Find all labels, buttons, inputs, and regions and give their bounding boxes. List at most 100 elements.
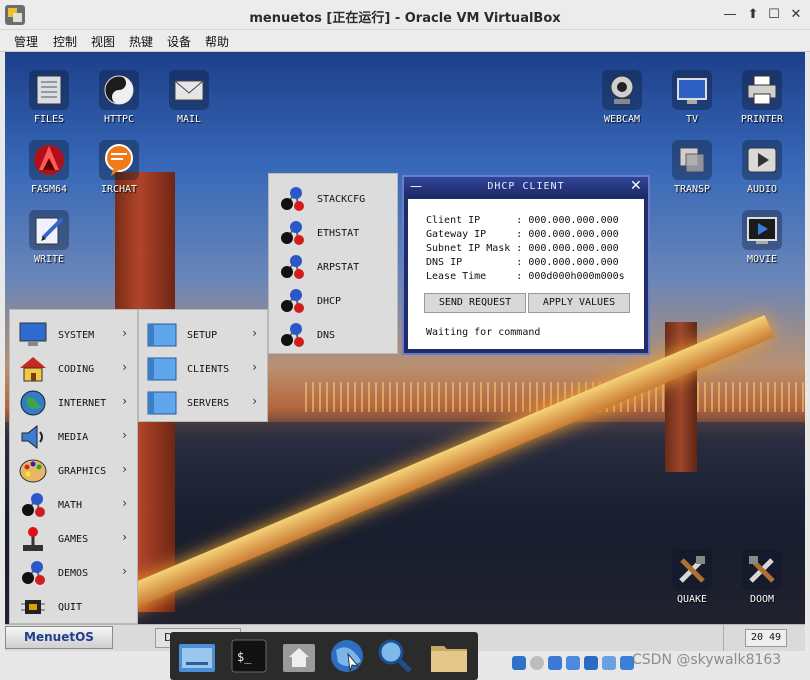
submenu-item-ethstat[interactable]: ETHSTAT [269,216,397,250]
start-menu-item-system[interactable]: SYSTEM › [10,318,137,352]
home-dock-icon[interactable] [278,636,320,676]
hdd-status-icon[interactable] [512,656,526,670]
file-manager-dock-icon[interactable] [176,636,218,676]
menu-view[interactable]: 视图 [91,33,115,50]
globe-icon [20,390,46,416]
submenu-item-dns[interactable]: DNS [269,318,397,352]
folder-dock-icon[interactable] [428,636,470,676]
host-dock: $_ [170,632,478,680]
menu-hotkeys[interactable]: 热键 [129,33,153,50]
clock: 20 49 [745,629,787,647]
floppy-status-icon[interactable] [548,656,562,670]
start-menu-item-graphics[interactable]: GRAPHICS › [10,454,137,488]
desktop-icon-transp[interactable]: TRANSP [664,138,720,202]
dhcp-title-bar[interactable]: — DHCP CLIENT ✕ [404,177,648,197]
desktop-icon-doom[interactable]: DOOM [734,548,790,612]
mail-icon [169,70,209,110]
dhcp-close-icon[interactable]: ✕ [630,178,644,194]
start-menu-item-math[interactable]: MATH › [10,488,137,522]
submenu-item-dhcp[interactable]: DHCP [269,284,397,318]
molecule-icon [281,255,304,279]
movie-icon [742,210,782,250]
terminal-dock-icon[interactable]: $_ [228,636,270,676]
start-menu-item-media[interactable]: MEDIA › [10,420,137,454]
quake-icon [672,550,712,590]
network-status-icon[interactable] [584,656,598,670]
window-title: menuetos [正在运行] - Oracle VM VirtualBox [249,11,561,26]
svg-text:$_: $_ [237,650,252,664]
menu-help[interactable]: 帮助 [205,33,229,50]
fasm64-icon [29,140,69,180]
molecule-icon [281,323,304,347]
close-button[interactable]: ✕ [788,7,804,23]
desktop-icon-httpc[interactable]: HTTPC [91,68,147,132]
submenu-item-clients[interactable]: CLIENTS › [139,352,267,386]
audio-icon [742,140,782,180]
chip-icon [21,600,45,614]
httpc-icon [99,70,139,110]
apply-values-button[interactable]: APPLY VALUES [528,293,630,313]
submenu-item-setup[interactable]: SETUP › [139,318,267,352]
dhcp-status-text: Waiting for command [426,327,541,338]
desktop-icon-files[interactable]: FILES [21,68,77,132]
minimize-button[interactable]: — [722,7,738,23]
start-menu-item-coding[interactable]: CODING › [10,352,137,386]
search-dock-icon[interactable] [374,636,416,676]
usb-status-icon[interactable] [602,656,616,670]
dhcp-subnet-mask: Subnet IP Mask : 000.000.000.000 [426,243,619,254]
transp-icon [672,140,712,180]
speaker-icon [21,424,43,450]
audio-status-icon[interactable] [566,656,580,670]
write-icon [29,210,69,250]
palette-icon [19,459,47,483]
dhcp-content: Client IP : 000.000.000.000 Gateway IP :… [408,199,644,349]
dhcp-client-ip: Client IP : 000.000.000.000 [426,215,619,226]
desktop-icon-write[interactable]: WRITE [21,208,77,272]
start-menu-item-quit[interactable]: QUIT [10,590,137,624]
monitor-icon [19,322,47,346]
files-icon [29,70,69,110]
webcam-icon [602,70,642,110]
submenu-item-servers[interactable]: SERVERS › [139,386,267,420]
menu-manage[interactable]: 管理 [14,33,38,50]
browser-dock-icon[interactable] [326,636,368,676]
start-menu-item-internet[interactable]: INTERNET › [10,386,137,420]
desktop-icon-printer[interactable]: PRINTER [734,68,790,132]
host-title-bar: menuetos [正在运行] - Oracle VM VirtualBox —… [0,0,810,30]
desktop-icon-mail[interactable]: MAIL [161,68,217,132]
printer-icon [742,70,782,110]
desktop-icon-quake[interactable]: QUAKE [664,548,720,612]
submenu-item-arpstat[interactable]: ARPSTAT [269,250,397,284]
submenu-item-stackcfg[interactable]: STACKCFG [269,182,397,216]
molecule-icon [281,221,304,245]
menu-control[interactable]: 控制 [53,33,77,50]
menu-devices[interactable]: 设备 [167,33,191,50]
watermark: CSDN @skywalk8163 [632,652,782,668]
internet-submenu: SETUP › CLIENTS › SERVERS › [138,309,268,422]
house-icon [20,357,46,382]
window-icon [147,323,177,347]
host-menu-bar: 管理 控制 视图 热键 设备 帮助 [0,30,810,52]
desktop-icon-irchat[interactable]: IRCHAT [91,138,147,202]
setup-submenu: STACKCFG ETHSTAT ARPSTAT DHCP DNS [268,173,398,354]
dhcp-title: DHCP CLIENT [487,181,565,192]
send-request-button[interactable]: SEND REQUEST [424,293,526,313]
dhcp-client-window: — DHCP CLIENT ✕ Client IP : 000.000.000.… [402,175,650,355]
window-icon [147,357,177,381]
maximize-button[interactable]: ☐ [766,7,782,23]
desktop-icon-webcam[interactable]: WEBCAM [594,68,650,132]
menuetos-start-button[interactable]: MenuetOS [5,626,113,649]
start-menu-item-demos[interactable]: DEMOS › [10,556,137,590]
desktop-icon-tv[interactable]: TV [664,68,720,132]
start-menu: SYSTEM › CODING › INTERNET › MEDIA › GRA… [9,309,138,624]
molecule-icon [281,289,304,313]
restore-button[interactable]: ⬆ [745,7,761,23]
molecule-icon [22,561,45,585]
desktop-icon-movie[interactable]: MOVIE [734,208,790,272]
window-icon [147,391,177,415]
start-menu-item-games[interactable]: GAMES › [10,522,137,556]
desktop-icon-fasm64[interactable]: FASM64 [21,138,77,202]
cd-status-icon[interactable] [530,656,544,670]
tray-divider [723,625,724,651]
desktop-icon-audio[interactable]: AUDIO [734,138,790,202]
